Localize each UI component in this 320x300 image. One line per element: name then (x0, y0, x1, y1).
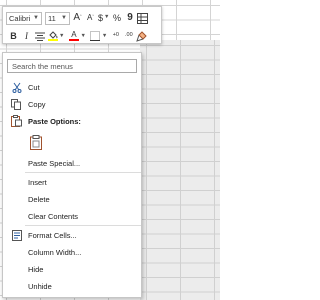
format-painter-grid-button[interactable] (137, 11, 149, 25)
table-format-icon (137, 12, 149, 24)
align-center-button[interactable] (34, 29, 45, 43)
decrease-decimal-button[interactable]: .00 (123, 29, 134, 43)
copy-icon (11, 98, 22, 110)
format-painter-button[interactable] (136, 29, 148, 43)
menu-item-paste-special-label: Paste Special... (28, 158, 81, 168)
selected-column-area (140, 40, 220, 300)
menu-item-column-width-label: Column Width... (28, 247, 82, 257)
context-menu: Cut Copy Paste Options: (2, 52, 142, 298)
menu-item-paste-options-label: Paste Options: (28, 116, 81, 126)
menu-item-unhide-label: Unhide (28, 281, 52, 291)
mini-toolbar-row-1: Calibri ▼ 11 ▼ Aˆ Aˇ $ ▼ % 9 (6, 10, 149, 26)
paintbrush-icon (136, 30, 148, 42)
mini-toolbar: Calibri ▼ 11 ▼ Aˆ Aˇ $ ▼ % 9 B I ▼ A ▼ ▼… (2, 6, 162, 44)
increase-font-size-button[interactable]: Aˆ (72, 11, 83, 25)
italic-button[interactable]: I (21, 29, 32, 43)
menu-item-format-cells-label: Format Cells... (28, 230, 77, 240)
mini-toolbar-row-2: B I ▼ A ▼ ▼ +0 .00 (6, 28, 148, 44)
menu-item-hide[interactable]: Hide (3, 261, 141, 277)
paste-option-keep-formatting[interactable] (3, 131, 141, 153)
bold-button[interactable]: B (8, 29, 19, 43)
menu-search-input[interactable] (7, 59, 137, 73)
chevron-down-icon: ▼ (61, 15, 67, 21)
borders-button[interactable] (90, 29, 101, 43)
format-cells-icon (11, 229, 22, 241)
menu-divider (25, 225, 141, 226)
increase-decimal-button[interactable]: +0 (110, 29, 121, 43)
menu-item-insert-label: Insert (28, 177, 47, 187)
menu-item-paste-options: Paste Options: (3, 113, 141, 129)
menu-item-clear-contents-label: Clear Contents (28, 211, 79, 221)
menu-item-column-width[interactable]: Column Width... (3, 244, 141, 260)
menu-item-cut[interactable]: Cut (3, 79, 141, 95)
menu-item-cut-label: Cut (28, 82, 40, 92)
font-color-swatch (68, 39, 79, 41)
comma-style-button[interactable]: 9 (124, 11, 135, 25)
increase-decimal-icon: +0 (112, 32, 119, 39)
menu-item-unhide[interactable]: Unhide (3, 278, 141, 294)
font-color-letter: A (71, 30, 77, 39)
font-name-dropdown[interactable]: Calibri ▼ (6, 11, 42, 25)
chevron-down-icon: ▼ (104, 14, 110, 21)
chevron-down-icon: ▼ (33, 15, 39, 21)
menu-item-clear-contents[interactable]: Clear Contents (3, 208, 141, 224)
menu-divider (25, 172, 141, 173)
borders-icon (90, 31, 101, 41)
percent-icon: % (112, 12, 121, 23)
menu-item-delete[interactable]: Delete (3, 191, 141, 207)
fill-color-swatch (47, 39, 58, 41)
percent-style-button[interactable]: % (111, 11, 122, 25)
chevron-down-icon[interactable]: ▼ (102, 33, 107, 39)
menu-item-format-cells[interactable]: Format Cells... (3, 227, 141, 243)
comma-icon: 9 (127, 12, 133, 23)
accounting-format-button[interactable]: $ ▼ (98, 11, 109, 25)
decrease-decimal-icon: .00 (125, 32, 133, 39)
menu-item-delete-label: Delete (28, 194, 50, 204)
currency-icon: $ (98, 12, 104, 23)
decrease-font-size-button[interactable]: Aˇ (85, 11, 96, 25)
align-center-icon (34, 32, 45, 41)
paint-bucket-icon (48, 31, 57, 39)
menu-item-paste-special[interactable]: Paste Special... (3, 155, 141, 171)
font-color-button[interactable]: A (68, 29, 79, 43)
font-name-value: Calibri (9, 13, 31, 23)
scissors-icon (11, 81, 22, 93)
menu-item-insert[interactable]: Insert (3, 174, 141, 190)
clipboard-icon (11, 115, 22, 127)
menu-item-copy-label: Copy (28, 99, 46, 109)
menu-item-hide-label: Hide (28, 264, 44, 274)
font-size-dropdown[interactable]: 11 ▼ (45, 11, 70, 25)
font-size-value: 11 (48, 13, 56, 23)
paste-clipboard-icon (29, 134, 43, 150)
chevron-down-icon[interactable]: ▼ (59, 33, 64, 39)
chevron-down-icon[interactable]: ▼ (80, 33, 85, 39)
fill-color-button[interactable] (47, 29, 58, 43)
menu-item-copy[interactable]: Copy (3, 96, 141, 112)
